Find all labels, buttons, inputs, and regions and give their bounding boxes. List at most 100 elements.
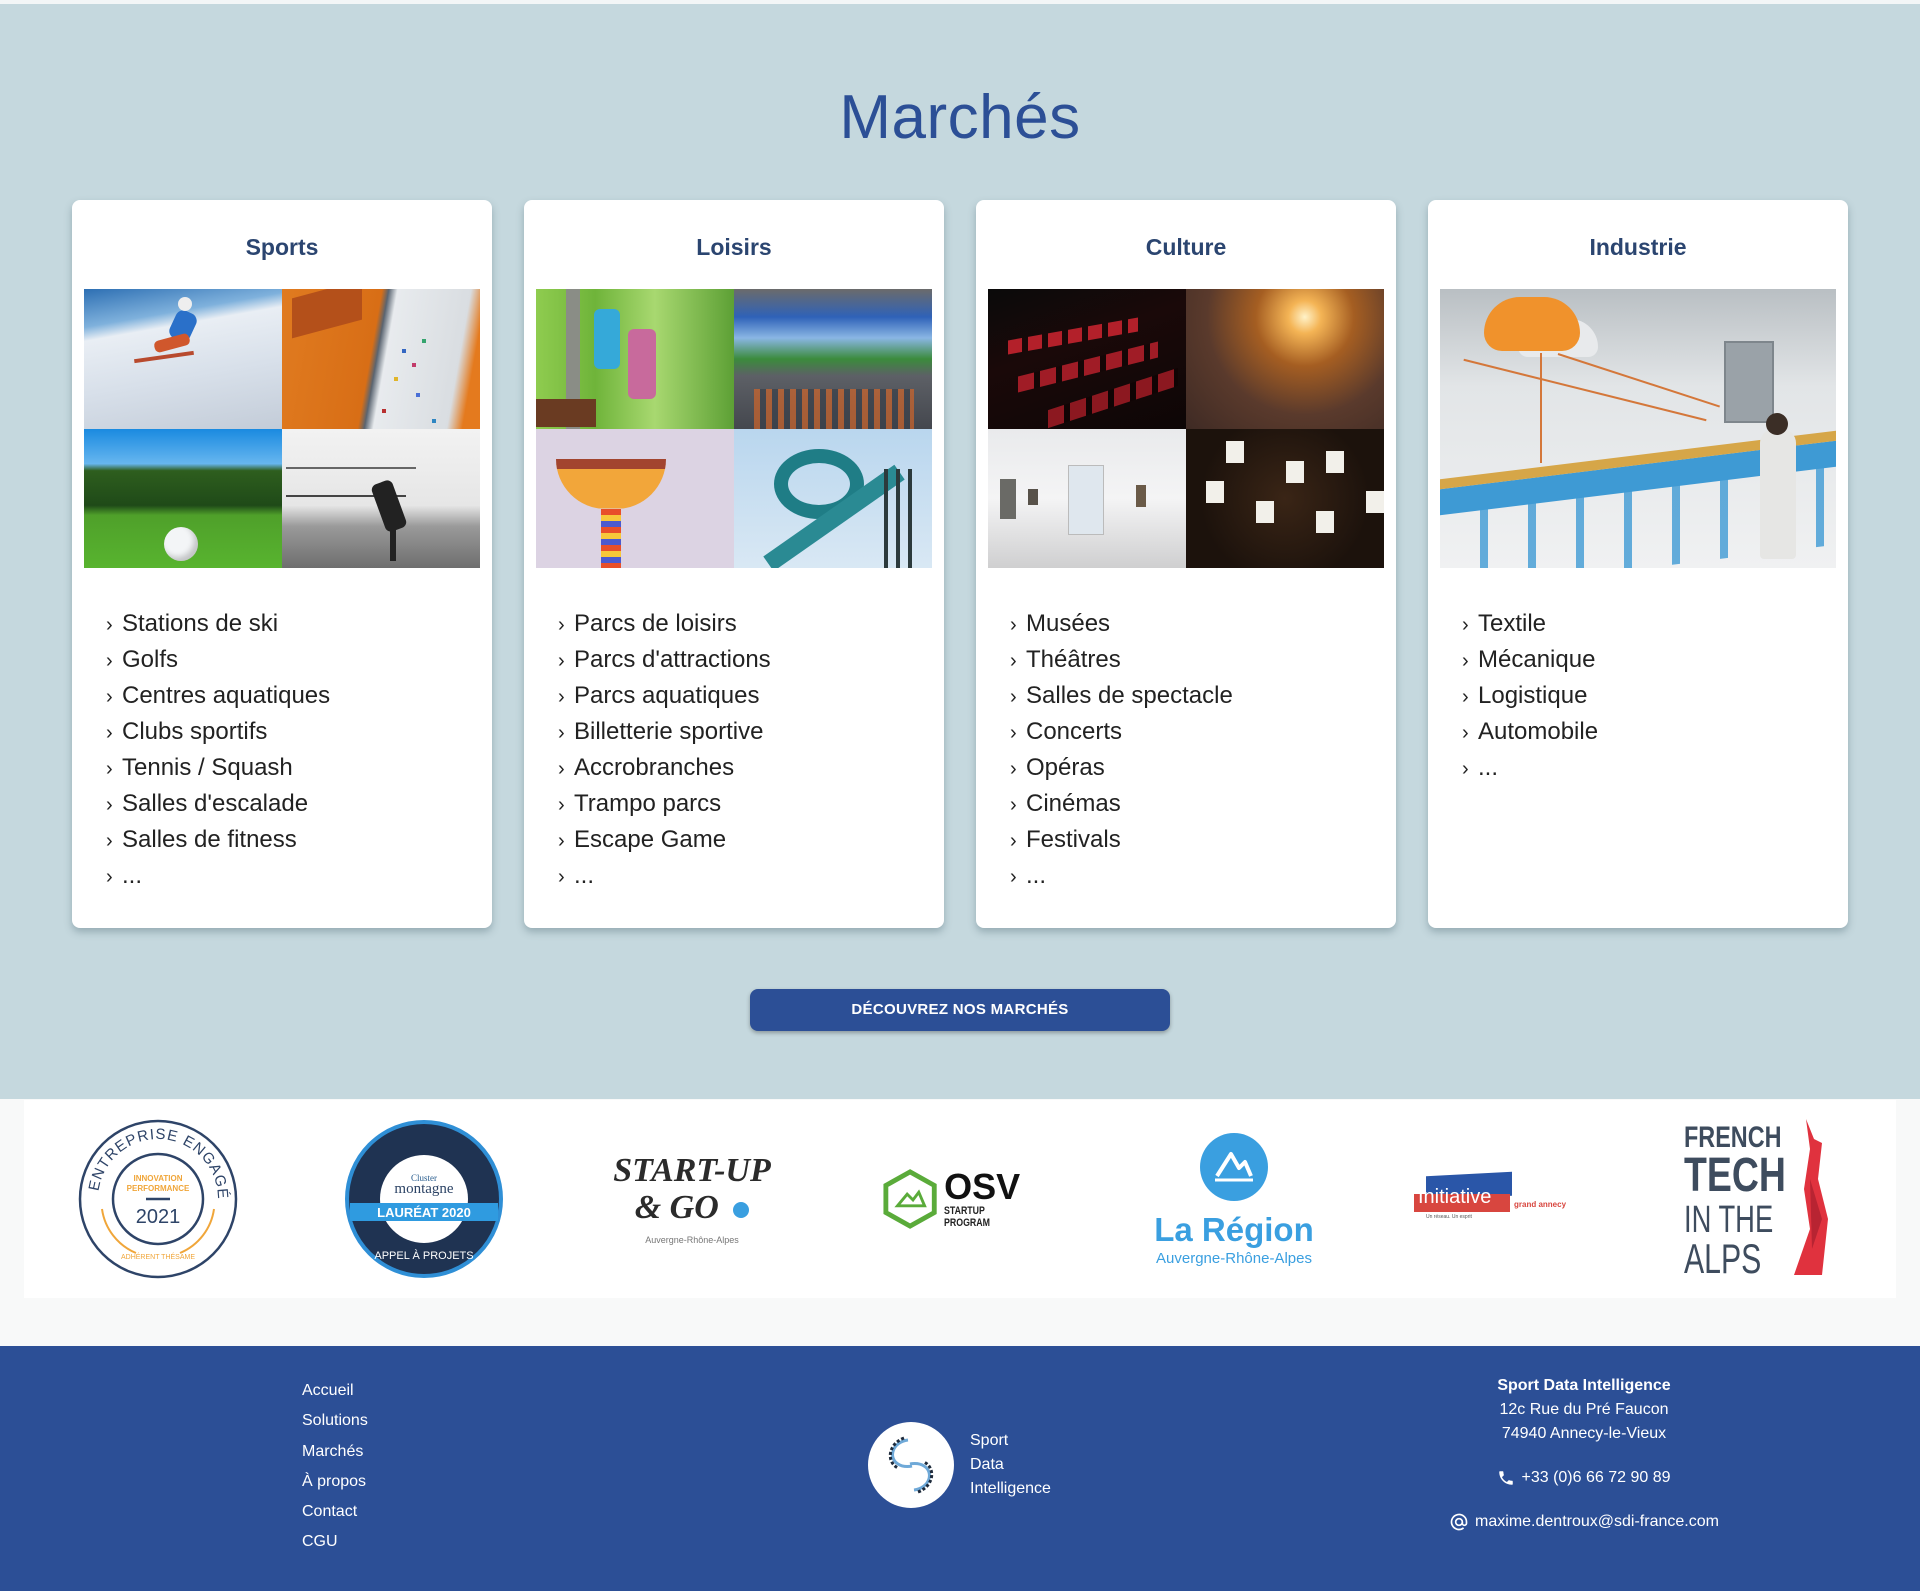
markets-title: Marchés — [839, 83, 1081, 152]
chevron-right-icon: › — [558, 830, 565, 852]
water-slide-photo — [734, 428, 932, 568]
list-item[interactable]: › Textile — [1462, 606, 1598, 642]
phone-number[interactable]: +33 (0)6 66 72 90 89 — [1521, 1466, 1670, 1490]
chevron-right-icon: › — [558, 866, 565, 888]
partner-logo-la-region[interactable]: La Région Auvergne-Rhône-Alpes — [1144, 1100, 1324, 1298]
industry-4-0-production-line-illustration — [1440, 289, 1836, 568]
entreprise-engagee-badge-icon: ENTREPRISE ENGAGÉE INNOVATION PERFORMANC… — [76, 1117, 238, 1279]
phone-row[interactable]: +33 (0)6 66 72 90 89 — [1400, 1466, 1768, 1490]
footer-link-a-propos[interactable]: À propos — [302, 1467, 368, 1497]
address-line-1: 12c Rue du Pré Faucon — [1499, 1401, 1669, 1418]
card-title: Sports — [245, 234, 319, 260]
list-item[interactable]: › Concerts — [1010, 714, 1233, 750]
chevron-right-icon: › — [1462, 722, 1469, 744]
partner-logos-strip: ENTREPRISE ENGAGÉE INNOVATION PERFORMANC… — [24, 1100, 1896, 1298]
chevron-right-icon: › — [1010, 686, 1017, 708]
card-image-collage — [988, 289, 1384, 568]
address-line-2: 74940 Annecy-le-Vieux — [1501, 1425, 1667, 1442]
list-item[interactable]: ›... — [106, 858, 330, 894]
chevron-right-icon: › — [558, 686, 565, 708]
list-item[interactable]: › Salles d'escalade — [106, 786, 330, 822]
list-item[interactable]: › Théâtres — [1010, 642, 1233, 678]
list-item[interactable]: › Trampo parcs — [558, 786, 771, 822]
market-card-industrie[interactable]: Industrie › Textile › Mécanique › Logistiqu… — [1428, 200, 1848, 928]
chevron-right-icon: › — [106, 794, 113, 816]
chevron-right-icon: › — [106, 650, 113, 672]
orchestra-photo — [1186, 428, 1384, 568]
chevron-right-icon: › — [1462, 686, 1469, 708]
chevron-right-icon: › — [1462, 650, 1469, 672]
footer-link-accueil[interactable]: Accueil — [302, 1376, 368, 1406]
concert-crowd-photo — [1186, 289, 1384, 429]
list-item[interactable]: › Golfs — [106, 642, 330, 678]
list-item[interactable]: › Festivals — [1010, 822, 1233, 858]
partner-logo-initiative-grand-annecy[interactable]: Initiative grand annecy Un réseau. Un es… — [1414, 1100, 1584, 1298]
footer-link-solutions[interactable]: Solutions — [302, 1406, 368, 1436]
ski-photo — [84, 289, 282, 429]
osv-hexagon-icon — [883, 1169, 937, 1229]
chevron-right-icon: › — [558, 650, 565, 672]
list-item[interactable]: › Billetterie sportive — [558, 714, 771, 750]
partner-logo-startup-and-go[interactable]: START-UP & GO Auvergne-Rhône-Alpes — [612, 1100, 772, 1298]
svg-text:montagne: montagne — [394, 1181, 453, 1197]
contact-block: Sport Data Intelligence 12c Rue du Pré F… — [1400, 1374, 1768, 1534]
card-title: Industrie — [1589, 234, 1687, 260]
cluster-montagne-badge-icon: Cluster montagne LAURÉAT 2020 APPEL À PR… — [345, 1120, 503, 1278]
chevron-right-icon: › — [1010, 650, 1017, 672]
site-footer: Accueil Solutions Marchés À propos Conta… — [0, 1346, 1920, 1591]
list-item[interactable]: › Parcs d'attractions — [558, 642, 771, 678]
list-item[interactable]: ›... — [1010, 858, 1233, 894]
svg-text:INNOVATION: INNOVATION — [133, 1174, 182, 1183]
list-item[interactable]: › Automobile — [1462, 714, 1598, 750]
card-list: › Stations de ski › Golfs › Centres aquatiq… — [106, 606, 330, 894]
list-item[interactable]: › Salles de fitness — [106, 822, 330, 858]
footer-link-contact[interactable]: Contact — [302, 1497, 368, 1527]
list-item[interactable]: › Escape Game — [558, 822, 771, 858]
at-sign-icon — [1450, 1513, 1468, 1531]
list-item[interactable]: › Mécanique — [1462, 642, 1598, 678]
partner-logo-cluster-montagne[interactable]: Cluster montagne LAURÉAT 2020 APPEL À PR… — [344, 1100, 504, 1298]
list-item[interactable]: › Logistique — [1462, 678, 1598, 714]
market-card-sports[interactable]: Sports › Stations de ski › Golfs › Centr… — [72, 200, 492, 928]
accrobranche-photo — [536, 289, 734, 429]
footer-link-cgu[interactable]: CGU — [302, 1527, 368, 1557]
list-item[interactable]: › Salles de spectacle — [1010, 678, 1233, 714]
list-item[interactable]: › Cinémas — [1010, 786, 1233, 822]
region-mini-logo-icon — [733, 1202, 750, 1219]
list-item[interactable]: › Parcs de loisirs — [558, 606, 771, 642]
list-item[interactable]: › Tennis / Squash — [106, 750, 330, 786]
markets-section: Marchés Sports › Stations de ski › Golfs… — [0, 4, 1920, 1099]
chevron-right-icon: › — [558, 614, 565, 636]
market-card-culture[interactable]: Culture › Musées › Théâtres › Salles de spe… — [976, 200, 1396, 928]
partner-logo-french-tech-in-the-alps[interactable]: FRENCH TECH IN THE ALPS — [1684, 1100, 1844, 1298]
footer-link-marches[interactable]: Marchés — [302, 1437, 368, 1467]
list-item[interactable]: ›... — [558, 858, 771, 894]
chevron-right-icon: › — [1010, 830, 1017, 852]
golf-ball-photo — [84, 428, 282, 568]
partner-logo-osv[interactable]: OSV STARTUP PROGRAM — [882, 1100, 1052, 1298]
list-item[interactable]: › Accrobranches — [558, 750, 771, 786]
cinema-seats-photo — [988, 289, 1186, 429]
list-item[interactable]: › Parcs aquatiques — [558, 678, 771, 714]
discover-markets-button[interactable]: DÉCOUVREZ NOS MARCHÉS — [750, 989, 1170, 1031]
email-address[interactable]: maxime.dentroux@sdi-france.com — [1475, 1510, 1719, 1534]
svg-text:LAURÉAT 2020: LAURÉAT 2020 — [377, 1205, 471, 1220]
list-item[interactable]: › Stations de ski — [106, 606, 330, 642]
card-list: › Textile › Mécanique › Logistique › Automob… — [1462, 606, 1598, 786]
email-row[interactable]: maxime.dentroux@sdi-france.com — [1400, 1510, 1768, 1534]
list-item[interactable]: › Musées — [1010, 606, 1233, 642]
squash-player-photo — [282, 428, 480, 568]
card-image-collage — [84, 289, 480, 568]
footer-brand[interactable]: Sport Data Intelligence — [868, 1422, 1051, 1508]
list-item[interactable]: › Opéras — [1010, 750, 1233, 786]
list-item[interactable]: ›... — [1462, 750, 1598, 786]
chevron-right-icon: › — [1010, 794, 1017, 816]
list-item[interactable]: › Clubs sportifs — [106, 714, 330, 750]
svg-text:PERFORMANCE: PERFORMANCE — [127, 1184, 190, 1193]
card-title: Loisirs — [696, 234, 772, 260]
partner-logo-entreprise-engagee[interactable]: ENTREPRISE ENGAGÉE INNOVATION PERFORMANC… — [76, 1100, 240, 1298]
chair-swing-ride-photo — [536, 428, 734, 568]
market-card-loisirs[interactable]: Loisirs › Parcs de loisirs › Parcs d'att… — [524, 200, 944, 928]
list-item[interactable]: › Centres aquatiques — [106, 678, 330, 714]
chevron-right-icon: › — [106, 866, 113, 888]
